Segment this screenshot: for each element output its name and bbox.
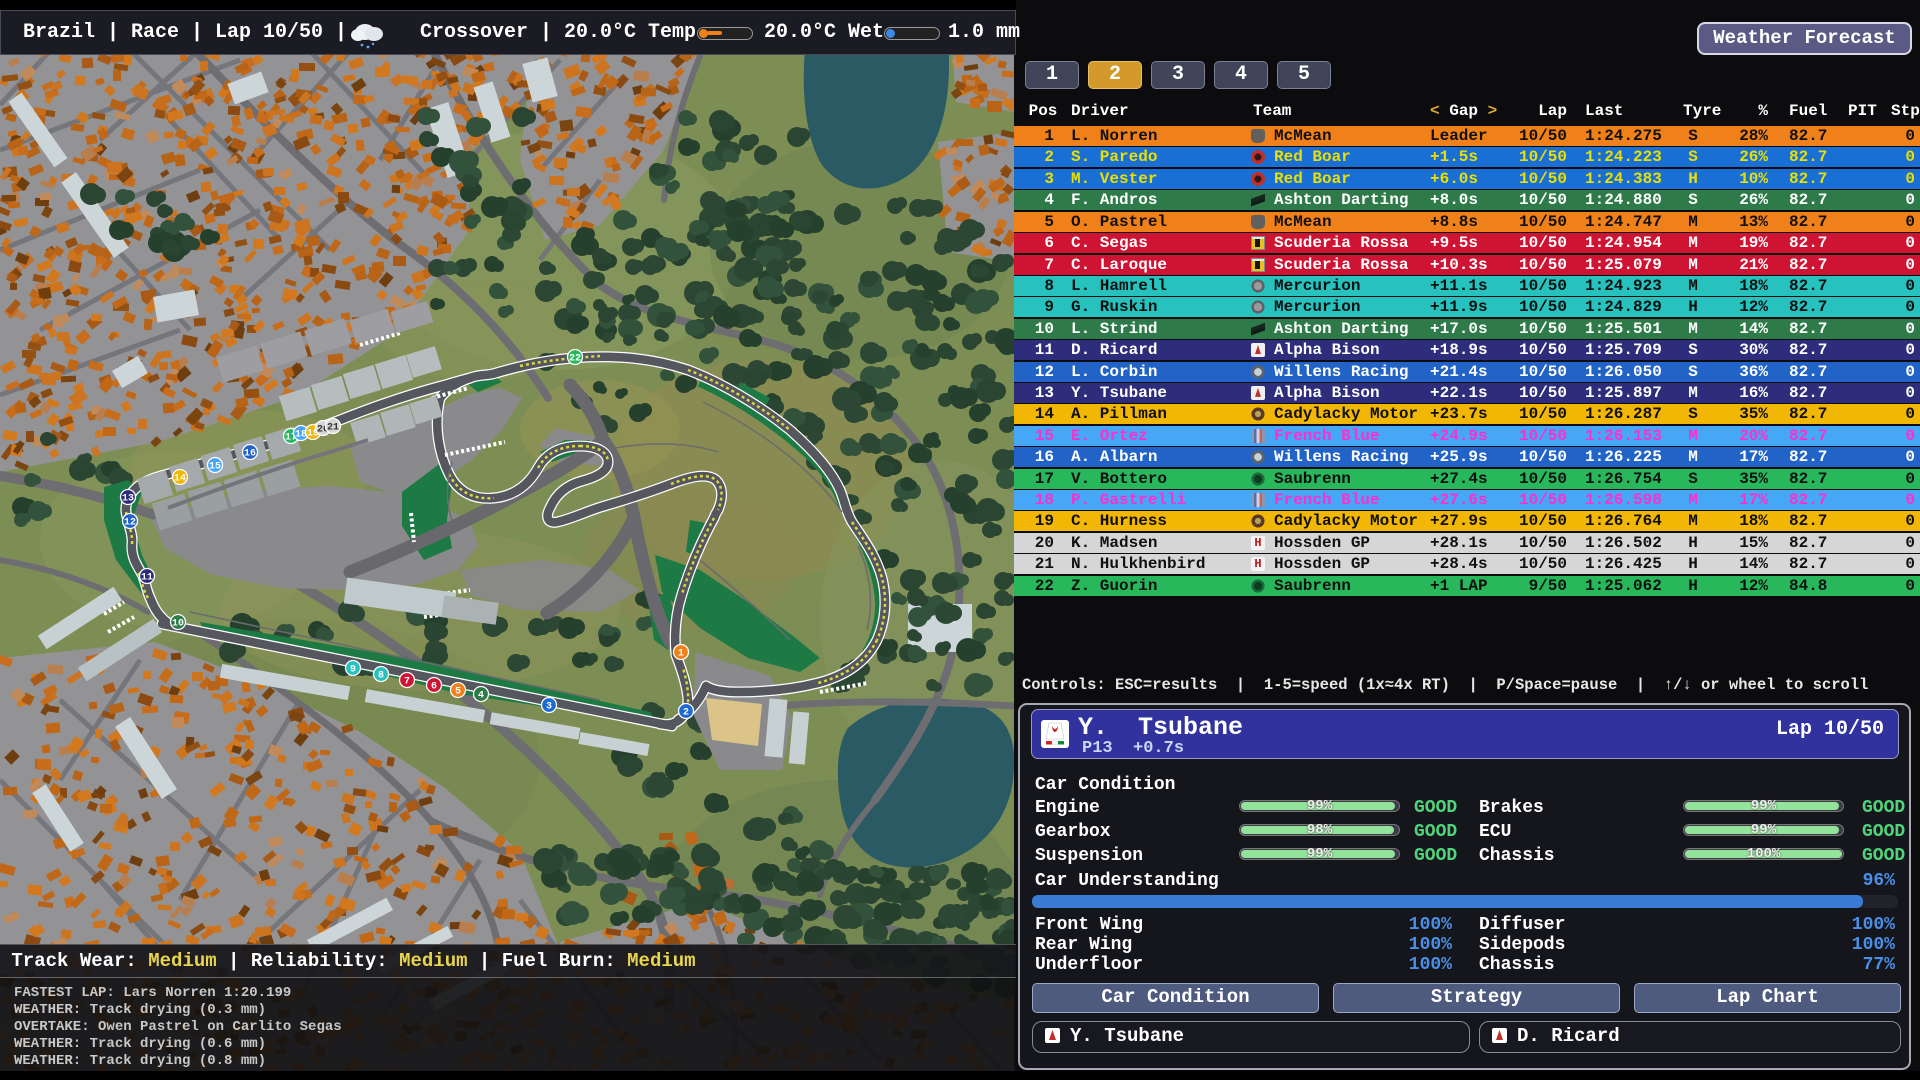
svg-text:2: 2	[683, 708, 689, 719]
svg-text:15: 15	[209, 462, 221, 473]
svg-text:22: 22	[569, 354, 581, 365]
svg-text:10: 10	[172, 619, 184, 630]
svg-text:11: 11	[141, 573, 153, 584]
svg-text:7: 7	[404, 677, 410, 688]
svg-text:1: 1	[678, 649, 684, 660]
svg-text:12: 12	[124, 518, 136, 529]
svg-text:3: 3	[546, 702, 552, 713]
svg-text:8: 8	[378, 671, 384, 682]
svg-text:16: 16	[244, 449, 256, 460]
svg-text:21: 21	[327, 423, 339, 434]
svg-text:14: 14	[174, 474, 186, 485]
svg-text:6: 6	[431, 682, 437, 693]
svg-text:4: 4	[478, 691, 484, 702]
svg-text:9: 9	[350, 665, 356, 676]
svg-text:5: 5	[455, 687, 461, 698]
svg-text:13: 13	[122, 494, 134, 505]
